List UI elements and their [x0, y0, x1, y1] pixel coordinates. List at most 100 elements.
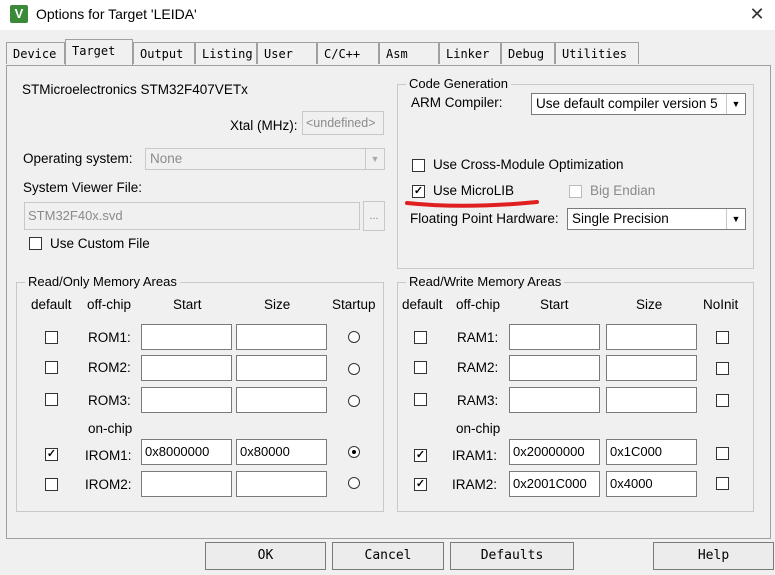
- iram1-default-checkbox[interactable]: ✓: [414, 449, 427, 462]
- window-title: Options for Target 'LEIDA': [36, 6, 197, 22]
- ram2-start-input[interactable]: [509, 355, 600, 381]
- iram1-size-input[interactable]: 0x1C000: [606, 439, 697, 465]
- ram2-noinit-checkbox[interactable]: [716, 362, 729, 375]
- irom1-start-input[interactable]: 0x8000000: [141, 439, 232, 465]
- iram1-label: IRAM1:: [452, 448, 498, 463]
- arm-compiler-select[interactable]: Use default compiler version 5 ▼: [531, 93, 746, 115]
- tab-listing[interactable]: Listing: [195, 42, 257, 64]
- iram1-noinit-checkbox[interactable]: [716, 447, 729, 460]
- iram2-noinit-checkbox[interactable]: [716, 477, 729, 490]
- red-underline-annotation: [405, 200, 539, 208]
- irom2-default-checkbox[interactable]: [45, 478, 58, 491]
- tab-linker[interactable]: Linker: [439, 42, 501, 64]
- tab-utilities[interactable]: Utilities: [555, 42, 639, 64]
- chevron-down-icon: ▼: [365, 149, 384, 169]
- rom-header-size: Size: [264, 297, 291, 312]
- ram-onchip-label: on-chip: [456, 421, 501, 436]
- irom2-start-input[interactable]: [141, 471, 232, 497]
- tab-device[interactable]: Device: [6, 42, 65, 64]
- irom1-label: IROM1:: [85, 448, 132, 463]
- chevron-down-icon: ▼: [726, 94, 745, 114]
- xtal-input[interactable]: <undefined>: [302, 111, 384, 135]
- svd-label: System Viewer File:: [23, 180, 143, 195]
- ram1-size-input[interactable]: [606, 324, 697, 350]
- rom2-startup-radio[interactable]: [348, 363, 360, 375]
- rom1-size-input[interactable]: [236, 324, 327, 350]
- ram-header-start: Start: [540, 297, 569, 312]
- rom1-startup-radio[interactable]: [348, 331, 360, 343]
- rom3-label: ROM3:: [88, 393, 131, 408]
- rom-group-title: Read/Only Memory Areas: [25, 274, 180, 289]
- irom2-label: IROM2:: [85, 477, 132, 492]
- rom1-start-input[interactable]: [141, 324, 232, 350]
- tab-target[interactable]: Target: [65, 39, 133, 65]
- tab-c-cpp[interactable]: C/C++: [317, 42, 379, 64]
- tab-user[interactable]: User: [257, 42, 317, 64]
- rom2-size-input[interactable]: [236, 355, 327, 381]
- arm-compiler-value: Use default compiler version 5: [536, 96, 718, 111]
- tab-debug[interactable]: Debug: [501, 42, 555, 64]
- rom2-start-input[interactable]: [141, 355, 232, 381]
- iram1-start-input[interactable]: 0x20000000: [509, 439, 600, 465]
- os-select[interactable]: None ▼: [145, 148, 385, 170]
- ram3-start-input[interactable]: [509, 387, 600, 413]
- rom3-start-input[interactable]: [141, 387, 232, 413]
- rom1-label: ROM1:: [88, 330, 131, 345]
- ram2-default-checkbox[interactable]: [414, 361, 427, 374]
- ram-header-noinit: NoInit: [703, 297, 739, 312]
- custom-file-checkbox[interactable]: [29, 237, 42, 250]
- rom-header-startup: Startup: [332, 297, 376, 312]
- irom1-default-checkbox[interactable]: ✓: [45, 448, 58, 461]
- help-button[interactable]: Help: [653, 542, 774, 570]
- ram1-label: RAM1:: [457, 330, 499, 345]
- fpu-label: Floating Point Hardware:: [410, 211, 559, 226]
- rom3-default-checkbox[interactable]: [45, 393, 58, 406]
- ram-header-default: default: [402, 297, 443, 312]
- iram2-label: IRAM2:: [452, 477, 498, 492]
- microlib-label: Use MicroLIB: [433, 183, 515, 198]
- irom1-startup-radio[interactable]: [348, 446, 360, 458]
- custom-file-label: Use Custom File: [50, 236, 150, 251]
- irom1-size-input[interactable]: 0x80000: [236, 439, 327, 465]
- fpu-select[interactable]: Single Precision ▼: [567, 208, 746, 230]
- rom3-size-input[interactable]: [236, 387, 327, 413]
- iram2-default-checkbox[interactable]: ✓: [414, 478, 427, 491]
- svd-browse-button[interactable]: ...: [363, 201, 385, 231]
- tab-output[interactable]: Output: [133, 42, 195, 64]
- arm-compiler-label: ARM Compiler:: [411, 95, 503, 110]
- fpu-value: Single Precision: [572, 211, 669, 226]
- irom2-size-input[interactable]: [236, 471, 327, 497]
- ram2-size-input[interactable]: [606, 355, 697, 381]
- rom-onchip-label: on-chip: [88, 421, 133, 436]
- cross-module-label: Use Cross-Module Optimization: [433, 157, 624, 172]
- ram3-default-checkbox[interactable]: [414, 393, 427, 406]
- rom-header-offchip: off-chip: [87, 297, 132, 312]
- ram3-noinit-checkbox[interactable]: [716, 394, 729, 407]
- big-endian-label: Big Endian: [590, 183, 656, 198]
- ram1-default-checkbox[interactable]: [414, 331, 427, 344]
- irom2-startup-radio[interactable]: [348, 477, 360, 489]
- device-name: STMicroelectronics STM32F407VETx: [22, 82, 248, 97]
- svd-input[interactable]: STM32F40x.svd: [24, 202, 360, 230]
- ram-header-offchip: off-chip: [456, 297, 501, 312]
- rom3-startup-radio[interactable]: [348, 395, 360, 407]
- big-endian-checkbox[interactable]: [569, 185, 582, 198]
- ok-button[interactable]: OK: [205, 542, 326, 570]
- iram2-start-input[interactable]: 0x2001C000: [509, 471, 600, 497]
- ram1-start-input[interactable]: [509, 324, 600, 350]
- cross-module-checkbox[interactable]: [412, 159, 425, 172]
- os-value: None: [150, 151, 183, 166]
- chevron-down-icon: ▼: [726, 209, 745, 229]
- xtal-label: Xtal (MHz):: [230, 118, 298, 133]
- close-icon[interactable]: ✕: [744, 3, 770, 25]
- tab-asm[interactable]: Asm: [379, 42, 439, 64]
- ram3-size-input[interactable]: [606, 387, 697, 413]
- code-generation-title: Code Generation: [406, 76, 512, 91]
- ram-group-title: Read/Write Memory Areas: [406, 274, 565, 289]
- rom2-default-checkbox[interactable]: [45, 361, 58, 374]
- defaults-button[interactable]: Defaults: [450, 542, 574, 570]
- cancel-button[interactable]: Cancel: [332, 542, 444, 570]
- ram1-noinit-checkbox[interactable]: [716, 331, 729, 344]
- iram2-size-input[interactable]: 0x4000: [606, 471, 697, 497]
- rom1-default-checkbox[interactable]: [45, 331, 58, 344]
